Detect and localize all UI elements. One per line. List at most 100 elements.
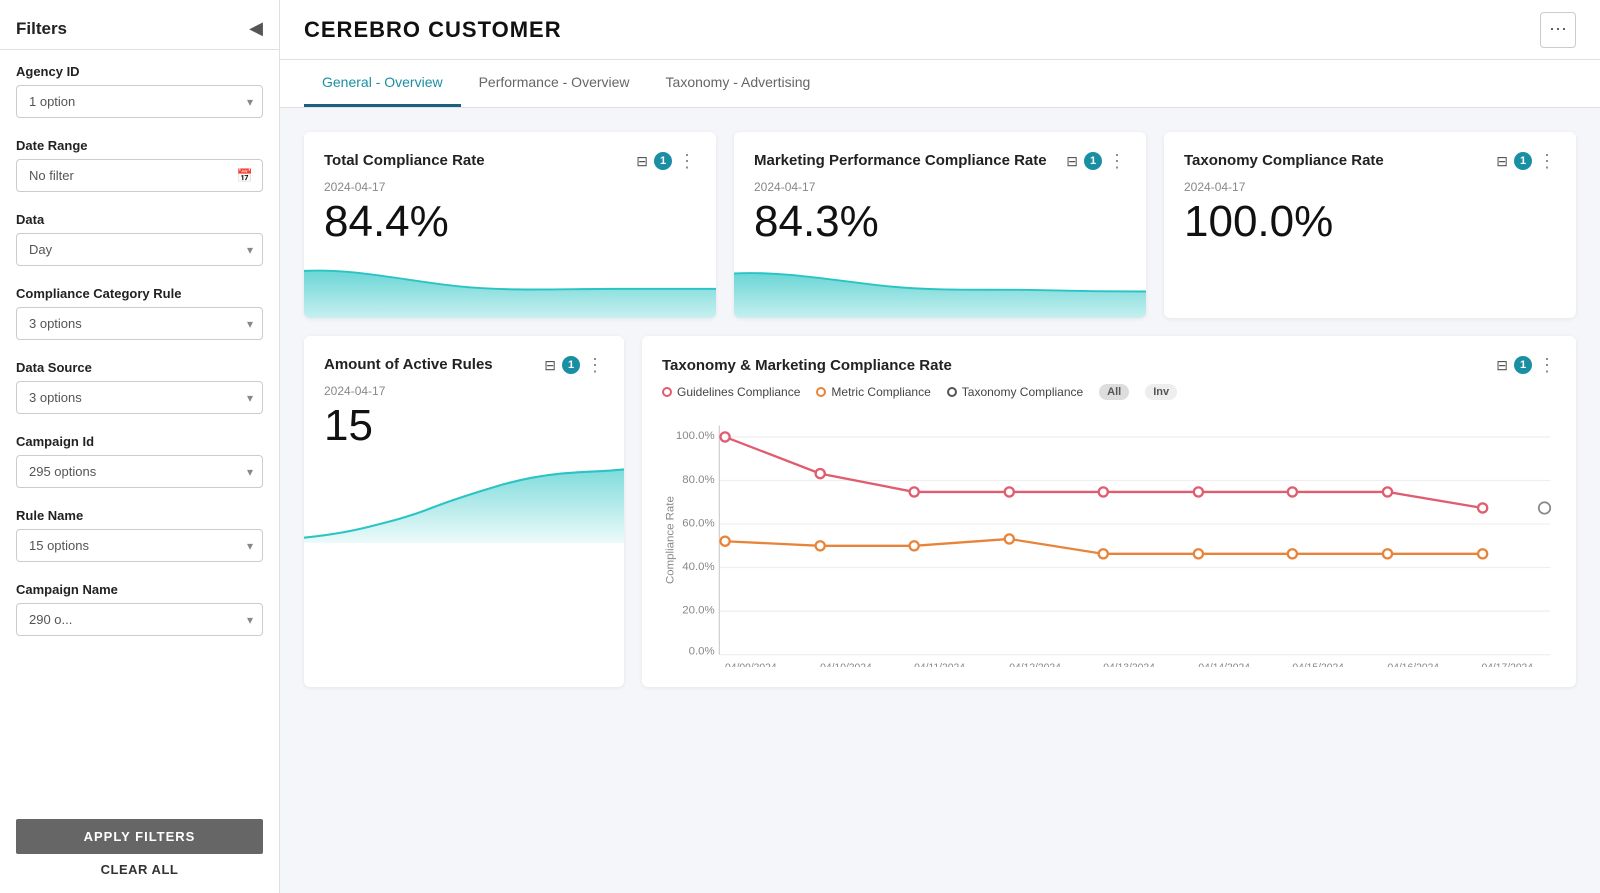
line-chart-actions: ⊟ 1 ⋮ xyxy=(1496,356,1556,374)
filter-icon[interactable]: ⊟ xyxy=(544,357,556,374)
filter-data-wrapper[interactable]: Day ▾ xyxy=(16,233,263,266)
svg-text:04/14/2024: 04/14/2024 xyxy=(1198,663,1250,666)
filter-agency-id-select[interactable]: 1 option xyxy=(16,85,263,118)
filter-compliance-category-rule: Compliance Category Rule 3 options ▾ xyxy=(0,272,279,346)
kpi-marketing-performance-actions: ⊟ 1 ⋮ xyxy=(1066,152,1126,170)
filter-data-source-select[interactable]: 3 options xyxy=(16,381,263,414)
dashboard: Total Compliance Rate ⊟ 1 ⋮ 2024-04-17 8… xyxy=(280,108,1600,893)
more-options-button[interactable]: ⋯ xyxy=(1540,12,1576,48)
filter-icon[interactable]: ⊟ xyxy=(1496,357,1508,374)
svg-text:04/13/2024: 04/13/2024 xyxy=(1103,663,1155,666)
kpi-card-active-rules-header: Amount of Active Rules ⊟ 1 ⋮ xyxy=(324,356,604,374)
bottom-row: Amount of Active Rules ⊟ 1 ⋮ 2024-04-17 … xyxy=(304,336,1576,686)
legend-inv-button[interactable]: Inv xyxy=(1145,384,1177,400)
page-title: CEREBRO CUSTOMER xyxy=(304,17,562,43)
kpi-row: Total Compliance Rate ⊟ 1 ⋮ 2024-04-17 8… xyxy=(304,132,1576,318)
tab-general-overview[interactable]: General - Overview xyxy=(304,60,461,107)
filter-campaign-id: Campaign Id 295 options ▾ xyxy=(0,420,279,494)
apply-filters-button[interactable]: APPLY FILTERS xyxy=(16,819,263,854)
kpi-active-rules-chart xyxy=(304,463,624,543)
sidebar-title: Filters xyxy=(16,19,67,39)
filter-agency-id-wrapper[interactable]: 1 option ▾ xyxy=(16,85,263,118)
svg-text:04/10/2024: 04/10/2024 xyxy=(820,663,872,666)
kpi-taxonomy-compliance-title: Taxonomy Compliance Rate xyxy=(1184,152,1488,169)
svg-text:100.0%: 100.0% xyxy=(676,431,715,443)
filter-campaign-name-wrapper[interactable]: 290 o... ▾ xyxy=(16,603,263,636)
filter-compliance-category-rule-select[interactable]: 3 options xyxy=(16,307,263,340)
kpi-taxonomy-compliance-value: 100.0% xyxy=(1184,198,1556,246)
filter-icon[interactable]: ⊟ xyxy=(636,153,648,170)
taxonomy-dot xyxy=(947,387,957,397)
filter-agency-id: Agency ID 1 option ▾ xyxy=(0,50,279,124)
tab-taxonomy-advertising[interactable]: Taxonomy - Advertising xyxy=(648,60,829,107)
filter-badge: 1 xyxy=(562,356,580,374)
svg-text:04/17/2024: 04/17/2024 xyxy=(1481,663,1533,666)
svg-text:80.0%: 80.0% xyxy=(682,474,714,486)
svg-text:0.0%: 0.0% xyxy=(689,646,715,658)
kpi-card-total-compliance: Total Compliance Rate ⊟ 1 ⋮ 2024-04-17 8… xyxy=(304,132,716,318)
svg-text:04/15/2024: 04/15/2024 xyxy=(1292,663,1344,666)
line-chart-title: Taxonomy & Marketing Compliance Rate xyxy=(662,357,952,374)
collapse-sidebar-button[interactable]: ◀ xyxy=(249,18,263,39)
filter-campaign-id-select[interactable]: 295 options xyxy=(16,455,263,488)
filter-badge: 1 xyxy=(1514,152,1532,170)
filter-badge: 1 xyxy=(654,152,672,170)
filter-date-range-select[interactable]: No filter xyxy=(16,159,263,192)
svg-text:04/16/2024: 04/16/2024 xyxy=(1388,663,1440,666)
filter-campaign-id-wrapper[interactable]: 295 options ▾ xyxy=(16,455,263,488)
line-chart-header: Taxonomy & Marketing Compliance Rate ⊟ 1… xyxy=(662,356,1556,374)
svg-text:Compliance Rate: Compliance Rate xyxy=(664,497,676,585)
kpi-total-compliance-date: 2024-04-17 xyxy=(324,180,696,194)
filter-campaign-name: Campaign Name 290 o... ▾ xyxy=(0,568,279,642)
line-chart-legend: Guidelines Compliance Metric Compliance … xyxy=(662,384,1556,400)
clear-all-button[interactable]: CLEAR ALL xyxy=(16,862,263,877)
filter-rule-name-select[interactable]: 15 options xyxy=(16,529,263,562)
kpi-active-rules-title: Amount of Active Rules xyxy=(324,356,536,373)
more-icon[interactable]: ⋮ xyxy=(1538,152,1556,170)
tabs-bar: General - Overview Performance - Overvie… xyxy=(280,60,1600,108)
tab-performance-overview[interactable]: Performance - Overview xyxy=(461,60,648,107)
sidebar: Filters ◀ Agency ID 1 option ▾ Date Rang… xyxy=(0,0,280,893)
legend-taxonomy-label: Taxonomy Compliance xyxy=(962,385,1083,399)
kpi-marketing-performance-chart xyxy=(734,258,1146,318)
legend-metric: Metric Compliance xyxy=(816,385,930,399)
legend-taxonomy: Taxonomy Compliance xyxy=(947,385,1083,399)
filter-compliance-category-rule-wrapper[interactable]: 3 options ▾ xyxy=(16,307,263,340)
kpi-active-rules-date: 2024-04-17 xyxy=(324,384,604,398)
filter-rule-name-label: Rule Name xyxy=(16,508,263,523)
line-chart-card: Taxonomy & Marketing Compliance Rate ⊟ 1… xyxy=(642,336,1576,686)
svg-text:04/12/2024: 04/12/2024 xyxy=(1009,663,1061,666)
filter-campaign-name-select[interactable]: 290 o... xyxy=(16,603,263,636)
more-icon[interactable]: ⋮ xyxy=(1538,356,1556,374)
filter-date-range-wrapper[interactable]: No filter 📅 xyxy=(16,159,263,192)
svg-text:20.0%: 20.0% xyxy=(682,605,714,617)
filter-campaign-id-label: Campaign Id xyxy=(16,434,263,449)
metric-dot xyxy=(816,387,826,397)
sidebar-scroll-area: Agency ID 1 option ▾ Date Range No filte… xyxy=(0,50,279,803)
legend-all-button[interactable]: All xyxy=(1099,384,1129,400)
kpi-total-compliance-value: 84.4% xyxy=(324,198,696,246)
kpi-total-compliance-chart xyxy=(304,258,716,318)
more-icon[interactable]: ⋮ xyxy=(1108,152,1126,170)
more-icon[interactable]: ⋮ xyxy=(678,152,696,170)
kpi-marketing-performance-title: Marketing Performance Compliance Rate xyxy=(754,152,1058,169)
topbar-actions: ⋯ xyxy=(1540,12,1576,48)
kpi-active-rules-value: 15 xyxy=(324,402,604,450)
kpi-taxonomy-compliance-date: 2024-04-17 xyxy=(1184,180,1556,194)
filter-data-select[interactable]: Day xyxy=(16,233,263,266)
filter-data-source-wrapper[interactable]: 3 options ▾ xyxy=(16,381,263,414)
kpi-total-compliance-title: Total Compliance Rate xyxy=(324,152,628,169)
kpi-card-marketing-performance: Marketing Performance Compliance Rate ⊟ … xyxy=(734,132,1146,318)
more-icon[interactable]: ⋮ xyxy=(586,356,604,374)
filter-icon[interactable]: ⊟ xyxy=(1496,153,1508,170)
filter-rule-name-wrapper[interactable]: 15 options ▾ xyxy=(16,529,263,562)
kpi-marketing-performance-value: 84.3% xyxy=(754,198,1126,246)
filter-rule-name: Rule Name 15 options ▾ xyxy=(0,494,279,568)
legend-guidelines-label: Guidelines Compliance xyxy=(677,385,800,399)
filter-data: Data Day ▾ xyxy=(0,198,279,272)
svg-text:04/11/2024: 04/11/2024 xyxy=(914,663,965,666)
filter-icon[interactable]: ⊟ xyxy=(1066,153,1078,170)
filter-date-range: Date Range No filter 📅 xyxy=(0,124,279,198)
filter-agency-id-label: Agency ID xyxy=(16,64,263,79)
filter-badge: 1 xyxy=(1084,152,1102,170)
